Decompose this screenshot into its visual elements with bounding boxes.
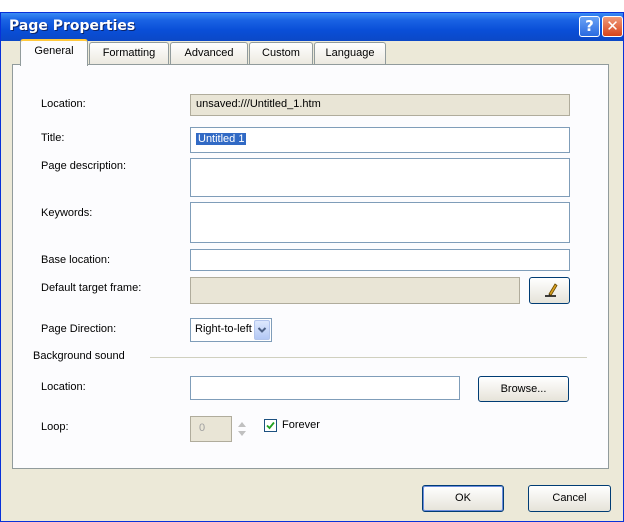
- background-sound-separator: [150, 357, 587, 358]
- loop-count-input[interactable]: 0: [190, 416, 232, 442]
- change-target-frame-button[interactable]: [529, 277, 570, 304]
- pencil-icon: [544, 283, 558, 297]
- base-location-label: Base location:: [41, 254, 111, 266]
- title-input[interactable]: Untitled 1: [190, 127, 570, 153]
- keywords-label: Keywords:: [41, 207, 93, 219]
- browse-button[interactable]: Browse...: [478, 376, 569, 402]
- checkmark-icon: [266, 421, 275, 430]
- tab-general[interactable]: General: [20, 39, 88, 66]
- title-bar[interactable]: Page Properties ? ✕: [1, 13, 623, 41]
- base-location-input[interactable]: [190, 249, 570, 271]
- default-target-frame-label: Default target frame:: [41, 282, 142, 294]
- help-button[interactable]: ?: [579, 16, 600, 37]
- tab-custom[interactable]: Custom: [249, 42, 313, 64]
- keywords-input[interactable]: [190, 202, 570, 243]
- forever-checkbox[interactable]: [264, 419, 277, 432]
- page-description-input[interactable]: [190, 158, 570, 197]
- forever-label: Forever: [282, 419, 320, 431]
- ok-button[interactable]: OK: [422, 485, 504, 512]
- location-value: unsaved:///Untitled_1.htm: [196, 98, 321, 110]
- location-label: Location:: [41, 98, 86, 110]
- help-icon: ?: [585, 17, 594, 35]
- close-icon: ✕: [606, 17, 619, 35]
- title-value: Untitled 1: [196, 133, 247, 145]
- close-button[interactable]: ✕: [602, 16, 623, 37]
- title-label: Title:: [41, 132, 65, 144]
- page-description-label: Page description:: [41, 160, 126, 172]
- default-target-frame-field: [190, 277, 520, 304]
- tab-advanced[interactable]: Advanced: [170, 42, 248, 64]
- loop-label: Loop:: [41, 421, 69, 433]
- location-field: unsaved:///Untitled_1.htm: [190, 94, 570, 116]
- cancel-button[interactable]: Cancel: [528, 485, 611, 512]
- dialog-title: Page Properties: [9, 18, 136, 34]
- background-sound-section-label: Background sound: [33, 350, 125, 362]
- page-direction-value: Right-to-left: [195, 323, 252, 335]
- chevron-down-icon: [257, 327, 267, 333]
- tab-formatting[interactable]: Formatting: [89, 42, 169, 64]
- loop-spinner[interactable]: [236, 418, 248, 440]
- sound-location-label: Location:: [41, 381, 86, 393]
- page-direction-label: Page Direction:: [41, 323, 117, 335]
- tab-language[interactable]: Language: [314, 42, 386, 64]
- sound-location-input[interactable]: [190, 376, 460, 400]
- loop-count-value: 0: [199, 422, 206, 434]
- page-direction-dropdown-button[interactable]: [254, 320, 270, 340]
